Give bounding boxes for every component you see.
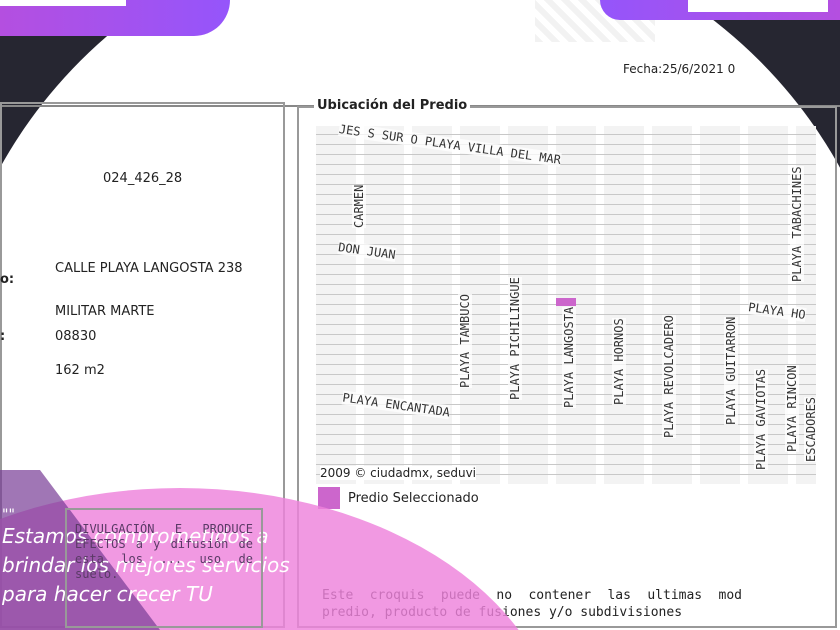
area-value: 162 m2 [55, 363, 105, 378]
street-label: PLAYA HORNOS [612, 318, 626, 405]
address-label: o: [0, 272, 15, 287]
legend-label: Predio Seleccionado [348, 491, 479, 506]
street-label: PLAYA TABACHINES [790, 166, 804, 282]
street-label: PLAYA RINCON [785, 365, 799, 452]
map-title: Ubicación del Predio [314, 98, 471, 113]
street-label: ESCADORES [804, 396, 818, 462]
map-copyright: 2009 © ciudadmx, seduvi [320, 466, 477, 480]
street-label: PLAYA GUITARRON [724, 316, 738, 425]
colonia-value: MILITAR MARTE [55, 304, 155, 319]
address-value: CALLE PLAYA LANGOSTA 238 [55, 261, 243, 276]
street-label: PLAYA REVOLCADERO [662, 315, 676, 438]
selected-parcel [556, 298, 576, 306]
street-label: PLAYA TAMBUCO [458, 294, 472, 388]
date-label: Fecha:25/6/2021 0 [623, 62, 736, 76]
street-label: PLAYA PICHILINGUE [508, 277, 522, 400]
street-label: CARMEN [352, 184, 366, 228]
decorative-bar-left [0, 0, 230, 36]
legend-swatch [318, 487, 340, 509]
postal-code-value: 08830 [55, 329, 97, 344]
street-label: PLAYA LANGOSTA [562, 306, 576, 408]
divulgacion-box: DIVULGACIÓN E PRODUCE EFECTOS a y difusi… [65, 508, 263, 628]
account-number: 024_426_28 [103, 171, 183, 186]
cp-label: : [0, 329, 6, 344]
street-label: PLAYA GAVIOTAS [754, 368, 768, 470]
decorative-bar-right [600, 0, 840, 20]
